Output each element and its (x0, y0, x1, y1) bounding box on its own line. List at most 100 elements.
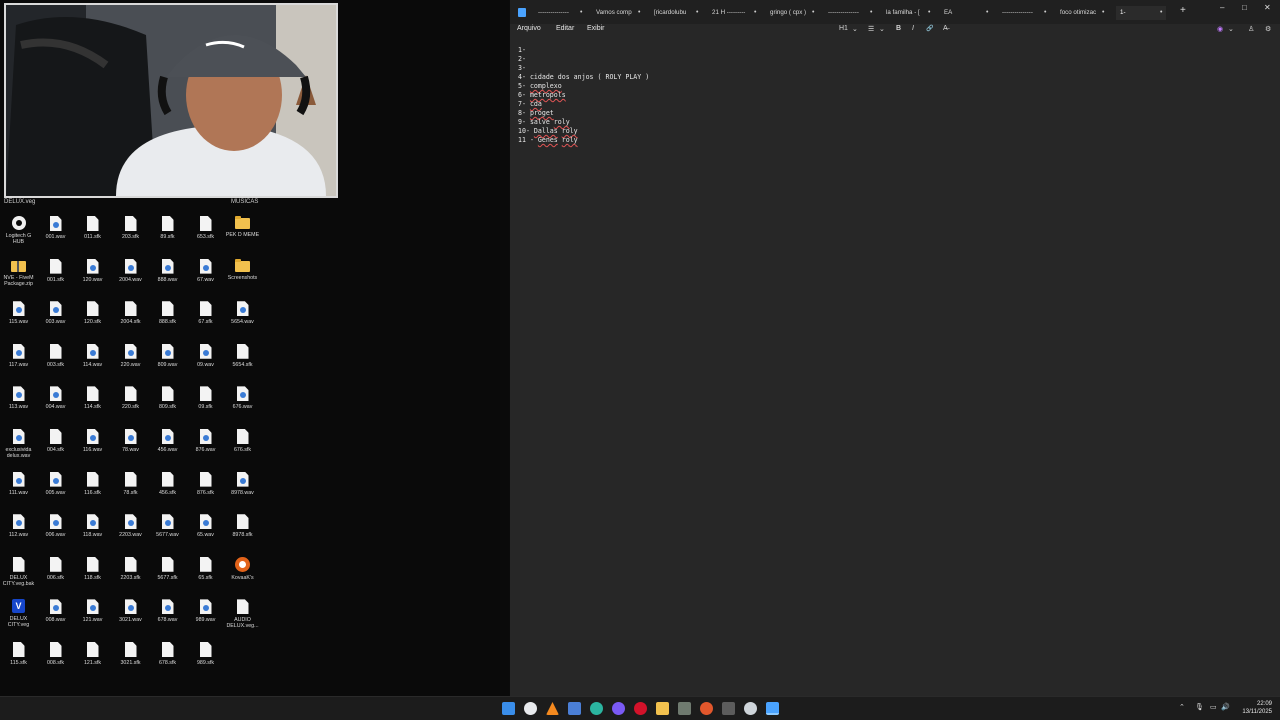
menu-arquivo[interactable]: Arquivo (517, 25, 541, 32)
chrome-icon[interactable] (524, 702, 537, 715)
desktop-icon[interactable]: 008.wav (37, 593, 74, 635)
desktop-icon[interactable]: 5654.sfk (224, 338, 261, 380)
microphone-icon[interactable]: 🎙 (1195, 703, 1204, 711)
desktop-icon[interactable]: 115.wav (0, 295, 37, 337)
desktop-icon[interactable]: 65.wav (187, 508, 224, 550)
app-icon[interactable] (678, 702, 691, 715)
tab[interactable]: Vamos comp (596, 6, 634, 20)
desktop-icon[interactable]: 2004.wav (112, 253, 149, 295)
network-icon[interactable]: ▭ (1210, 703, 1217, 711)
chevron-down-icon[interactable]: ⌄ (852, 25, 858, 33)
desktop-icon[interactable]: 78.wav (112, 423, 149, 465)
desktop-icon[interactable]: 676.sfk (224, 423, 261, 465)
bold-button[interactable]: B (896, 25, 901, 32)
close-icon[interactable]: • (812, 6, 814, 20)
desktop-icon[interactable]: 2004.sfk (112, 295, 149, 337)
close-icon[interactable]: • (1044, 6, 1046, 20)
chevron-down-icon[interactable]: ⌄ (879, 25, 885, 33)
desktop-icon[interactable]: 888.wav (149, 253, 186, 295)
desktop-icon[interactable]: Logitech G HUB (0, 210, 37, 252)
notepad-taskbar-icon[interactable] (766, 702, 779, 715)
desktop-icon[interactable]: 809.sfk (149, 380, 186, 422)
text-editor[interactable]: 1- 2- 3- 4- cidade dos anjos ( ROLY PLAY ) 5… (518, 46, 649, 145)
desktop-icon[interactable]: 011.sfk (74, 210, 111, 252)
desktop-icon[interactable]: 653.sfk (187, 210, 224, 252)
opera-icon[interactable] (634, 702, 647, 715)
desktop-icon[interactable]: 117.wav (0, 338, 37, 380)
desktop-icon[interactable]: 116.sfk (74, 466, 111, 508)
desktop-icon[interactable]: 09.wav (187, 338, 224, 380)
desktop-icon[interactable]: KovaaK's (224, 551, 261, 593)
desktop-icon[interactable]: 2203.sfk (112, 551, 149, 593)
desktop-icon[interactable]: 809.wav (149, 338, 186, 380)
volume-icon[interactable]: 🔊 (1221, 703, 1230, 711)
menu-exibir[interactable]: Exibir (587, 25, 605, 32)
close-window-icon[interactable]: ✕ (1264, 3, 1271, 12)
desktop-icon[interactable]: 004.sfk (37, 423, 74, 465)
close-icon[interactable]: • (1160, 6, 1162, 20)
desktop-icon[interactable]: 220.wav (112, 338, 149, 380)
desktop-icon[interactable]: 113.wav (0, 380, 37, 422)
desktop-icon[interactable]: 456.sfk (149, 466, 186, 508)
tab[interactable]: 21 H --------- (712, 6, 750, 20)
close-icon[interactable]: • (754, 6, 756, 20)
desktop-icon[interactable]: 5654.wav (224, 295, 261, 337)
tab[interactable]: gringo ( cpx ) (770, 6, 808, 20)
maximize-icon[interactable]: □ (1242, 3, 1247, 12)
desktop-icon[interactable]: Screenshots (224, 253, 261, 295)
tab[interactable]: la familha - [ (886, 6, 924, 20)
desktop-icon[interactable]: AUDIO DELUX.veg... (224, 593, 261, 635)
desktop-icon[interactable]: 220.sfk (112, 380, 149, 422)
chevron-down-icon[interactable]: ⌄ (1228, 25, 1234, 33)
desktop-icon[interactable]: 004.wav (37, 380, 74, 422)
system-clock[interactable]: 22:09 13/11/2025 (1242, 700, 1272, 716)
desktop-icon[interactable]: 005.wav (37, 466, 74, 508)
desktop-icon[interactable]: 001.sfk (37, 253, 74, 295)
desktop-icon[interactable]: PEK D MEME (224, 210, 261, 252)
desktop-icon[interactable]: 89.sfk (149, 210, 186, 252)
close-icon[interactable]: • (696, 6, 698, 20)
clear-formatting-icon[interactable]: A̶ (943, 25, 948, 32)
desktop-icon[interactable]: 989.sfk (187, 636, 224, 678)
desktop-icon[interactable]: 120.sfk (74, 295, 111, 337)
desktop-icon[interactable]: 112.wav (0, 508, 37, 550)
menu-editar[interactable]: Editar (556, 25, 574, 32)
desktop-icon[interactable]: 456.wav (149, 423, 186, 465)
desktop-icon[interactable]: 3021.sfk (112, 636, 149, 678)
copilot-icon[interactable]: ◉ (1217, 25, 1223, 33)
desktop-icon[interactable]: 678.wav (149, 593, 186, 635)
tab[interactable]: [ricardolubu (654, 6, 692, 20)
link-icon[interactable]: 🔗 (926, 25, 933, 32)
desktop-icon[interactable]: 003.wav (37, 295, 74, 337)
tab[interactable]: EA (944, 6, 982, 20)
xbox-icon[interactable] (722, 702, 735, 715)
desktop-icon[interactable]: 78.sfk (112, 466, 149, 508)
desktop-icon[interactable]: 3021.wav (112, 593, 149, 635)
close-icon[interactable]: • (986, 6, 988, 20)
desktop-icon[interactable]: 118.sfk (74, 551, 111, 593)
desktop-icon[interactable]: 111.wav (0, 466, 37, 508)
desktop-icon[interactable]: 001.wav (37, 210, 74, 252)
windows-start-icon[interactable] (502, 702, 515, 715)
desktop-icon[interactable]: 8978.wav (224, 466, 261, 508)
desktop-icon[interactable]: 006.wav (37, 508, 74, 550)
discord-icon[interactable] (612, 702, 625, 715)
close-icon[interactable]: • (928, 6, 930, 20)
chevron-up-icon[interactable]: ⌃ (1179, 703, 1185, 711)
desktop-icon[interactable]: 09.sfk (187, 380, 224, 422)
vlc-icon[interactable] (546, 702, 559, 715)
tab[interactable]: foco otimizac (1060, 6, 1098, 20)
tab-active[interactable]: 1- (1116, 6, 1166, 20)
steam-icon[interactable] (744, 702, 757, 715)
heading-dropdown[interactable]: H1 (839, 25, 848, 32)
desktop-icon[interactable]: 121.wav (74, 593, 111, 635)
edge-icon[interactable] (590, 702, 603, 715)
calendar-icon[interactable] (568, 702, 581, 715)
desktop-icon[interactable]: 989.wav (187, 593, 224, 635)
desktop-icon[interactable]: NVE - FiveM Package.zip (0, 253, 37, 295)
desktop-icon[interactable]: 120.wav (74, 253, 111, 295)
list-icon[interactable]: ☰ (868, 25, 874, 33)
desktop-icon[interactable]: 008.sfk (37, 636, 74, 678)
tab[interactable]: --------------- (828, 6, 866, 20)
desktop-icon[interactable]: 676.wav (224, 380, 261, 422)
